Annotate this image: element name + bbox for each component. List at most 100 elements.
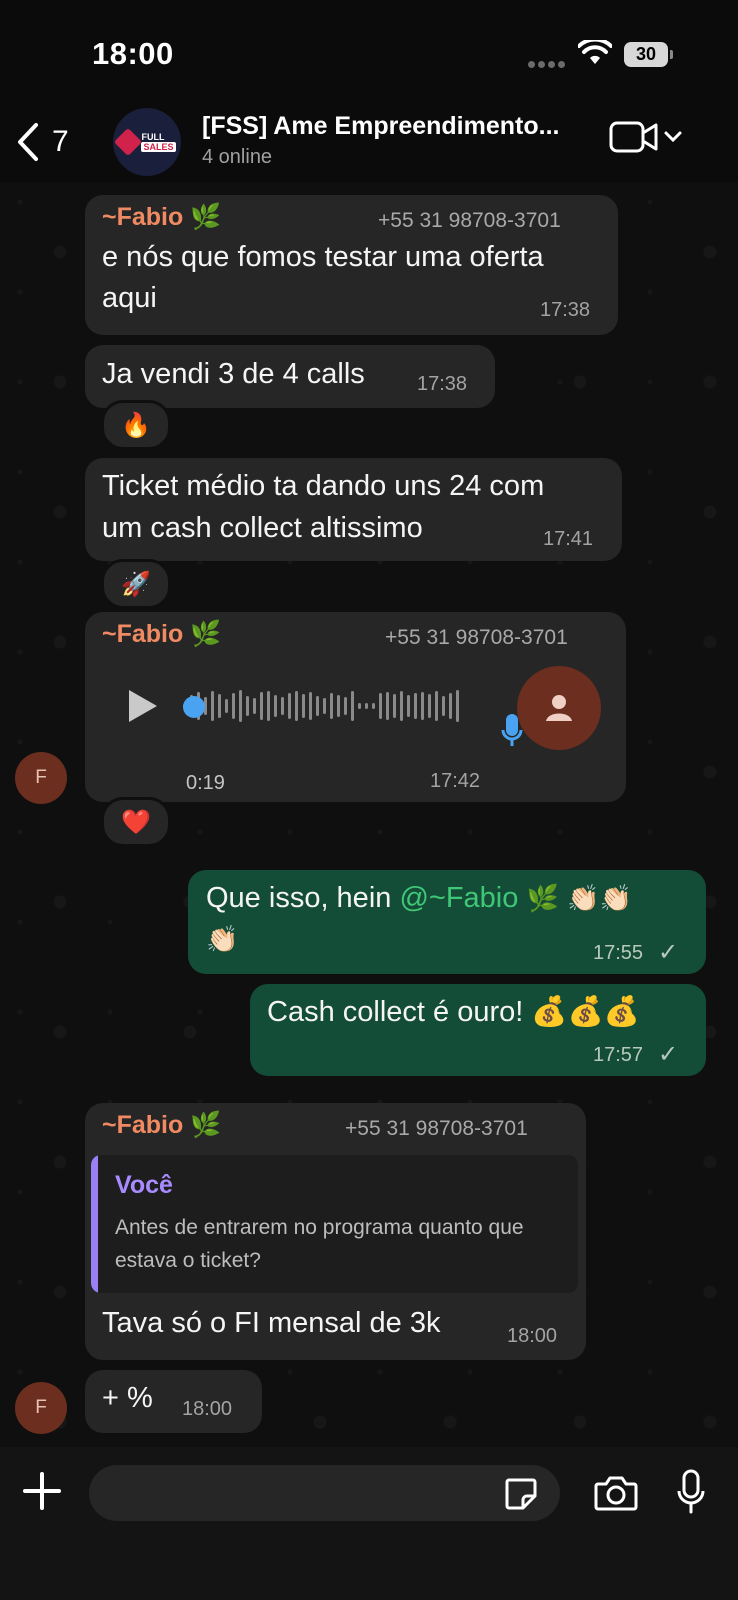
battery-level: 30 [624,42,668,67]
waveform-bar [435,691,438,721]
unread-count: 7 [52,125,69,158]
waveform-bar [372,703,375,709]
message-bubble-incoming[interactable]: Ja vendi 3 de 4 calls 17:38 [85,345,495,408]
sender-phone: +55 31 98708-3701 [345,1117,528,1140]
message-bubble-outgoing[interactable]: Cash collect é ouro! 💰💰💰 17:57 ✓ [250,984,706,1076]
waveform-bar [449,693,452,719]
status-bar: 18:00 30 [0,0,738,100]
waveform-bar [232,693,235,719]
message-reaction[interactable]: 🚀 [101,559,171,609]
play-icon[interactable] [127,688,159,724]
message-text: e nós que fomos testar uma oferta [102,241,544,273]
back-button[interactable]: 7 [16,120,69,164]
wifi-icon [578,40,612,64]
waveform-bar [274,695,277,717]
quoted-message[interactable]: Você Antes de entrarem no programa quant… [91,1155,578,1293]
waveform-bar [246,696,249,716]
message-bubble-incoming[interactable]: + % 18:00 [85,1370,262,1433]
waveform-bar [225,699,228,713]
quote-author: Você [115,1171,173,1199]
message-reaction[interactable]: 🔥 [101,400,171,450]
waveform-bar [288,693,291,719]
waveform-bar [379,693,382,719]
waveform-bar [386,692,389,720]
sent-check-icon: ✓ [658,939,679,966]
waveform-bar [421,692,424,720]
voice-message-bubble[interactable]: ~Fabio 🌿 +55 31 98708-3701 0:19 17:42 [85,612,626,802]
waveform-bar [442,696,445,716]
message-time: 17:57 [593,1044,644,1066]
waveform-bar [365,703,368,709]
message-text: Ja vendi 3 de 4 calls [102,358,365,390]
message-emoji: 🌿 👏🏻👏🏻 [526,884,632,914]
message-bubble-incoming[interactable]: Ticket médio ta dando uns 24 com um cash… [85,458,622,561]
waveform-bar [330,693,333,719]
waveform-bar [400,691,403,721]
waveform-bar [456,690,459,722]
sender-phone: +55 31 98708-3701 [385,626,568,649]
voice-duration: 0:19 [186,772,225,794]
waveform-bar [302,694,305,718]
message-emoji: 👏🏻 [206,925,239,955]
plus-icon[interactable] [22,1471,62,1511]
message-input[interactable] [89,1465,560,1521]
message-text: + % [102,1382,153,1414]
group-name[interactable]: [FSS] Ame Empreendimento... [202,112,587,141]
video-call-button[interactable] [609,120,683,154]
waveform-bar [337,695,340,717]
sender-avatar[interactable]: F [15,752,67,804]
camera-icon[interactable] [594,1474,638,1512]
chat-header: 7 FULL SALES [FSS] Ame Empreendimento...… [0,100,738,182]
waveform-bar [358,703,361,709]
waveform-bar [211,691,214,721]
sender-name[interactable]: ~Fabio 🌿 [102,620,221,649]
microphone-icon [501,714,523,746]
sender-name[interactable]: ~Fabio 🌿 [102,1111,221,1140]
waveform-bar [218,694,221,718]
microphone-icon[interactable] [676,1469,706,1515]
message-bubble-incoming[interactable]: ~Fabio 🌿 +55 31 98708-3701 e nós que fom… [85,195,618,335]
message-time: 17:38 [540,299,591,321]
message-time: 17:55 [593,942,644,964]
message-time: 17:41 [543,528,594,550]
message-text: Ticket médio ta dando uns 24 com [102,470,545,502]
message-time: 17:38 [417,373,468,395]
online-status: 4 online [202,146,273,168]
quote-text: Antes de entrarem no programa quanto que… [115,1216,524,1272]
voice-sender-avatar [517,666,601,750]
sender-name[interactable]: ~Fabio 🌿 [102,203,221,232]
message-bubble-outgoing[interactable]: Que isso, hein @~Fabio 🌿 👏🏻👏🏻 👏🏻 17:55 ✓ [188,870,706,974]
status-time: 18:00 [92,36,174,71]
group-avatar[interactable]: FULL SALES [113,108,181,176]
logo-shield-icon [114,127,143,157]
video-camera-icon [609,121,658,153]
waveform-bar [323,698,326,714]
message-time: 18:00 [507,1325,558,1347]
group-logo: FULL SALES [141,132,176,152]
quote-bar [91,1155,98,1293]
message-text: um cash collect altissimo [102,512,423,544]
chevron-left-icon [18,123,38,161]
waveform-bar [316,696,319,716]
message-text: aqui [102,282,157,314]
waveform-bar [344,697,347,715]
battery-icon: 30 [624,42,673,67]
person-icon [546,695,572,721]
sender-phone: +55 31 98708-3701 [378,209,561,232]
message-time: 17:42 [430,770,481,792]
waveform-bar [393,694,396,718]
waveform-bar [281,697,284,715]
waveform-bar [414,693,417,719]
message-bubble-incoming[interactable]: ~Fabio 🌿 +55 31 98708-3701 Você Antes de… [85,1103,586,1360]
waveform-bar [351,691,354,721]
chevron-down-icon [664,131,682,143]
message-text: Tava só o FI mensal de 3k [102,1307,441,1339]
sender-avatar[interactable]: F [15,1382,67,1434]
waveform-bar [260,692,263,720]
waveform-bar [267,691,270,721]
message-reaction[interactable]: ❤️ [101,797,171,847]
mention-link[interactable]: @~Fabio [399,882,518,914]
sticker-icon[interactable] [503,1476,539,1512]
audio-scrubber[interactable] [183,696,205,718]
waveform-bar [239,690,242,722]
